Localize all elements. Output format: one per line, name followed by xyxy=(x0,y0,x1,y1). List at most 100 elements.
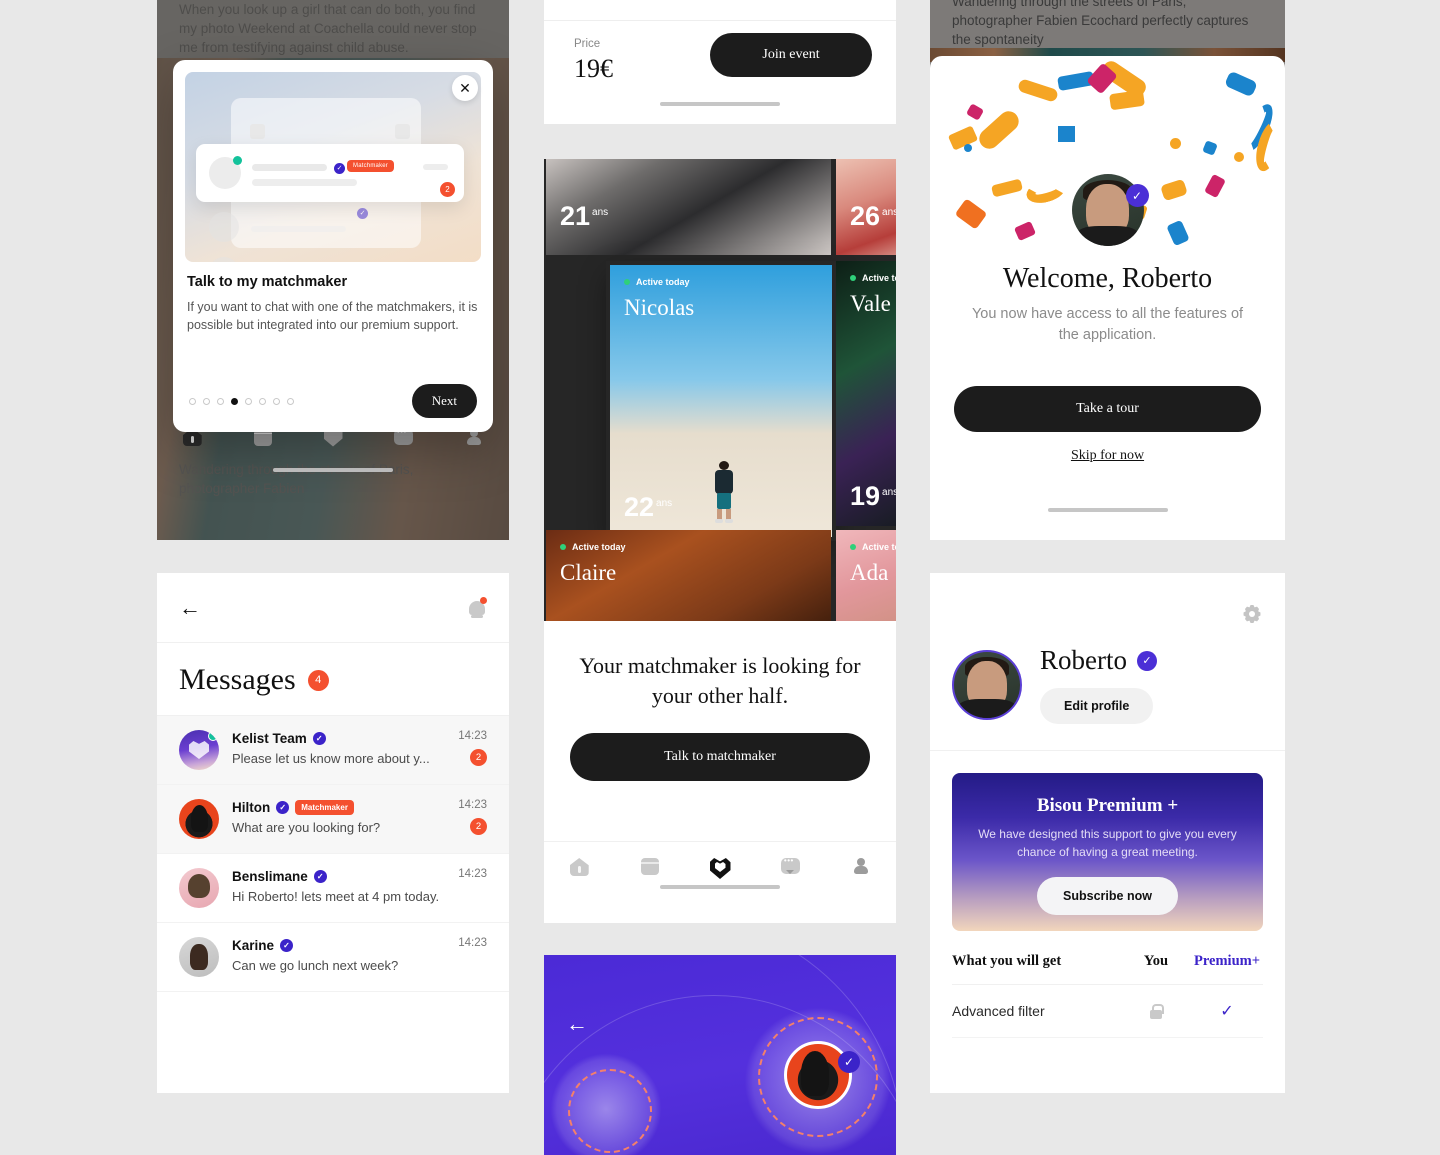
skip-for-now-link[interactable]: Skip for now xyxy=(930,448,1285,464)
tile-photo-figure xyxy=(713,461,735,523)
pagination-dot[interactable] xyxy=(217,397,224,405)
profile-screen: Roberto ✓ Edit profile Bisou Premium + W… xyxy=(930,573,1285,1093)
notification-dot xyxy=(480,596,487,604)
welcome-subtitle: You now have access to all the features … xyxy=(971,306,1244,343)
home-indicator xyxy=(660,885,780,889)
feature-name: Advanced filter xyxy=(952,1003,1045,1019)
price-label: Price xyxy=(574,38,601,50)
subscribe-now-button[interactable]: Subscribe now xyxy=(1037,877,1178,915)
list-item[interactable]: Benslimane ✓ Hi Roberto! lets meet at 4 … xyxy=(157,854,509,923)
list-item[interactable]: Hilton ✓ Matchmaker What are you looking… xyxy=(157,785,509,854)
promo-text: We have designed this support to give yo… xyxy=(978,827,1237,859)
bottom-tab-bar xyxy=(544,841,896,879)
mock-name-line xyxy=(252,164,327,171)
table-row: Advanced filter ✓ xyxy=(952,985,1263,1038)
welcome-card: ✓ Welcome, Roberto You now have access t… xyxy=(930,56,1285,540)
profile-header: Roberto ✓ Edit profile xyxy=(930,573,1285,751)
gear-icon[interactable] xyxy=(1243,605,1261,623)
matchmaker-tag: Matchmaker xyxy=(347,160,395,172)
mock-time-line xyxy=(423,164,448,170)
pagination-dot[interactable] xyxy=(259,397,266,405)
page-title: Messages xyxy=(179,663,296,696)
event-detail-screen: Price 19€ Join event xyxy=(544,0,896,124)
pagination-dot[interactable] xyxy=(245,397,252,405)
unread-badge: 2 xyxy=(470,749,487,766)
grid-tile[interactable]: Active today Vale 19ans xyxy=(836,261,896,526)
edit-profile-button[interactable]: Edit profile xyxy=(1040,688,1154,724)
lock-icon xyxy=(1150,1003,1164,1019)
verified-badge-icon: ✓ xyxy=(1125,184,1149,207)
list-item[interactable]: Karine ✓ Can we go lunch next week? 14:2… xyxy=(157,923,509,992)
onboarding-modal: ✓ Matchmaker 2 ✓ ✓ ✕ Talk to my matchmak… xyxy=(173,60,493,432)
close-icon[interactable]: ✕ xyxy=(452,75,478,101)
grid-tile[interactable]: 26 ans xyxy=(836,159,896,255)
verified-badge-icon: ✓ xyxy=(334,163,345,174)
pagination-dots xyxy=(189,397,294,405)
avatar xyxy=(179,730,219,770)
welcome-screen: Wandering through the streets of Paris, … xyxy=(930,0,1285,540)
confetti xyxy=(954,198,988,230)
price-value: 19€ xyxy=(574,54,613,83)
avatar xyxy=(179,799,219,839)
arrow-left-icon[interactable]: ← xyxy=(566,1013,588,1035)
match-avatar[interactable] xyxy=(784,1041,852,1109)
unread-badge: 2 xyxy=(470,818,487,835)
tile-name: Vale xyxy=(850,291,891,316)
modal-footer: Next xyxy=(173,384,493,418)
contact-name: Karine xyxy=(232,938,275,953)
contact-name: Benslimane xyxy=(232,869,308,884)
online-dot-icon xyxy=(560,544,566,550)
tile-age: 26 ans xyxy=(850,201,896,231)
online-dot-icon xyxy=(850,275,856,281)
mock-square-left xyxy=(250,124,265,139)
feed-post-text: Wandering through the streets of Paris, … xyxy=(952,0,1249,47)
cta-headline: Your matchmaker is looking for your othe… xyxy=(579,653,861,708)
home-indicator xyxy=(660,102,780,106)
discover-screen: 21 ans 26 ans Active today Nicolas 22 ans A… xyxy=(544,159,896,923)
tile-name: Claire xyxy=(560,560,617,585)
pagination-dot[interactable] xyxy=(287,397,294,405)
modal-description: If you want to chat with one of the matc… xyxy=(187,300,478,332)
confetti xyxy=(1166,219,1190,247)
bell-icon[interactable] xyxy=(467,596,487,619)
grid-tile[interactable]: Active today Claire xyxy=(546,530,831,621)
confetti xyxy=(1224,70,1258,98)
avatar[interactable] xyxy=(952,649,1022,720)
message-preview: Hi Roberto! lets meet at 4 pm today. xyxy=(232,889,440,904)
profile-name: Roberto xyxy=(1040,645,1127,675)
verified-badge-icon: ✓ xyxy=(1137,650,1157,671)
contact-name: Hilton xyxy=(232,800,271,815)
tab-matches[interactable] xyxy=(685,858,755,879)
talk-to-matchmaker-button[interactable]: Talk to matchmaker xyxy=(570,733,870,781)
pagination-dot-active[interactable] xyxy=(231,397,238,405)
active-status: Active today xyxy=(850,273,896,283)
confetti xyxy=(1058,126,1075,142)
list-item[interactable]: Kelist Team ✓ Please let us know more ab… xyxy=(157,716,509,785)
confetti xyxy=(964,144,972,152)
join-event-button[interactable]: Join event xyxy=(710,33,872,77)
grid-tile[interactable]: Active today Ada xyxy=(836,530,896,621)
pagination-dot[interactable] xyxy=(273,397,280,405)
tab-messages[interactable] xyxy=(755,856,825,879)
grid-tile-featured[interactable]: Active today Nicolas 22 ans xyxy=(610,265,832,537)
dashed-ring xyxy=(568,1069,652,1153)
pagination-dot[interactable] xyxy=(189,397,196,405)
message-preview: What are you looking for? xyxy=(232,820,381,835)
avatar xyxy=(179,937,219,977)
tile-age: 22 ans xyxy=(624,492,673,522)
messages-screen: ← Messages 4 Kelist Team ✓ Please let us… xyxy=(157,573,509,1093)
grid-tile[interactable]: 21 ans xyxy=(546,159,831,255)
next-button[interactable]: Next xyxy=(411,384,477,418)
pagination-dot[interactable] xyxy=(203,397,210,405)
tab-events[interactable] xyxy=(614,858,684,879)
tab-home[interactable] xyxy=(544,858,614,879)
contact-name: Kelist Team xyxy=(232,731,307,746)
column-header-premium: Premium+ xyxy=(1194,953,1260,969)
confetti xyxy=(1016,78,1060,103)
premium-promo-card: Bisou Premium + We have designed this su… xyxy=(952,773,1263,931)
confetti xyxy=(990,178,1024,198)
tab-profile[interactable] xyxy=(826,858,896,879)
matchmaker-cta: Your matchmaker is looking for your othe… xyxy=(544,621,896,803)
take-a-tour-button[interactable]: Take a tour xyxy=(954,386,1261,432)
arrow-left-icon[interactable]: ← xyxy=(179,596,201,619)
